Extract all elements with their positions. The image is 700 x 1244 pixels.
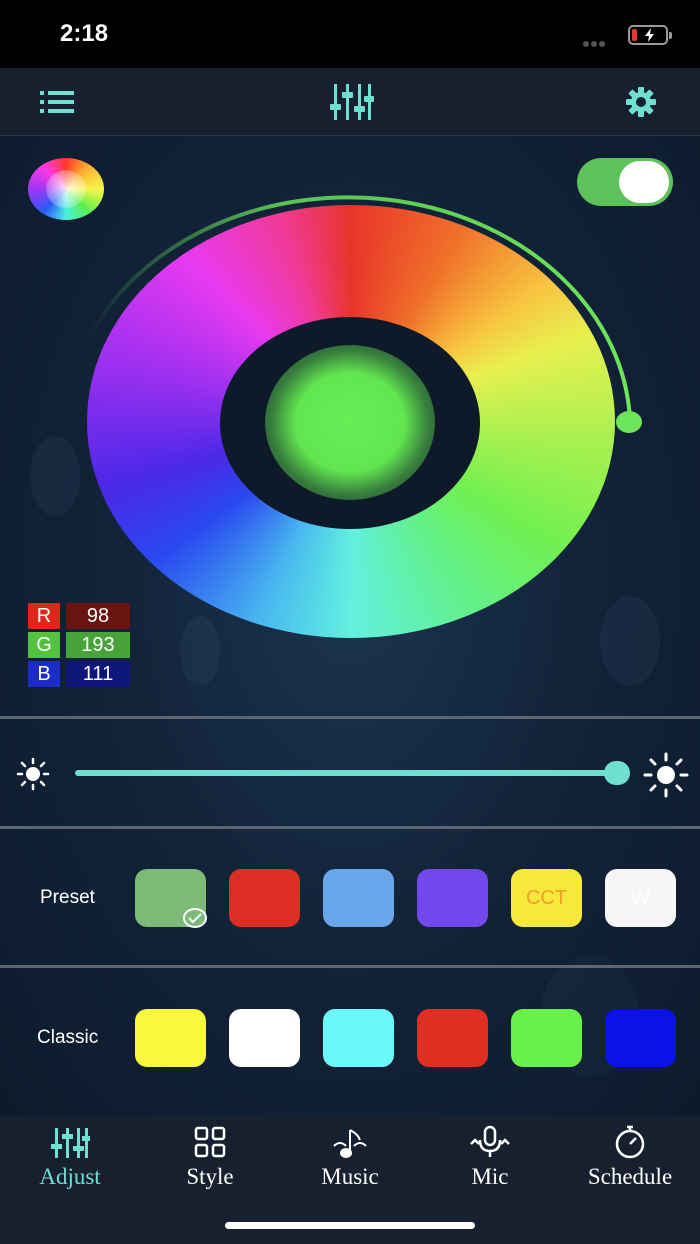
rgb-green-row: G 193 xyxy=(28,632,130,658)
blue-value: 111 xyxy=(66,661,130,687)
green-value: 193 xyxy=(66,632,130,658)
preset-swatch-1[interactable] xyxy=(135,869,207,928)
brightness-slider-thumb[interactable] xyxy=(604,761,630,785)
music-note-icon xyxy=(333,1129,367,1158)
tab-label: Schedule xyxy=(587,1164,673,1189)
sliders-icon xyxy=(51,1128,90,1158)
red-value: 98 xyxy=(66,603,130,629)
classic-swatch-blue[interactable] xyxy=(605,1009,676,1067)
preset-swatch-2[interactable] xyxy=(229,869,300,927)
red-label: R xyxy=(28,603,60,629)
classic-label: Classic xyxy=(37,1027,99,1048)
tab-music[interactable]: Music xyxy=(280,1116,420,1206)
preset-swatch-4[interactable] xyxy=(417,869,488,927)
grid-icon xyxy=(194,1126,226,1158)
classic-swatch-white[interactable] xyxy=(229,1009,300,1067)
check-icon xyxy=(183,908,207,928)
brightness-low-icon xyxy=(16,757,50,791)
tab-label: Adjust xyxy=(39,1164,101,1189)
divider xyxy=(0,965,700,968)
home-indicator xyxy=(225,1222,475,1229)
tab-schedule[interactable]: Schedule xyxy=(560,1116,700,1206)
divider xyxy=(0,826,700,829)
preset-swatch-3[interactable] xyxy=(323,869,394,927)
tab-mic[interactable]: Mic xyxy=(420,1116,560,1206)
preset-label: Preset xyxy=(40,887,95,908)
tab-style[interactable]: Style xyxy=(140,1116,280,1206)
preset-white-button[interactable]: W xyxy=(605,869,676,927)
preset-cct-button[interactable]: CCT xyxy=(511,869,582,927)
classic-swatch-cyan[interactable] xyxy=(323,1009,394,1067)
blue-label: B xyxy=(28,661,60,687)
tab-label: Music xyxy=(321,1164,379,1189)
green-label: G xyxy=(28,632,60,658)
brightness-arc[interactable] xyxy=(0,0,700,700)
classic-swatch-green[interactable] xyxy=(511,1009,582,1067)
rgb-blue-row: B 111 xyxy=(28,661,130,687)
brightness-high-icon xyxy=(643,752,689,798)
tab-label: Style xyxy=(186,1164,234,1189)
brightness-slider-track[interactable] xyxy=(75,770,620,776)
tab-adjust[interactable]: Adjust xyxy=(0,1116,140,1206)
classic-swatch-red[interactable] xyxy=(417,1009,488,1067)
arc-handle xyxy=(616,411,642,433)
classic-swatch-yellow[interactable] xyxy=(135,1009,206,1067)
stopwatch-icon xyxy=(615,1125,645,1159)
microphone-icon xyxy=(470,1125,510,1157)
divider xyxy=(0,716,700,719)
tab-label: Mic xyxy=(471,1164,509,1189)
rgb-red-row: R 98 xyxy=(28,603,130,629)
